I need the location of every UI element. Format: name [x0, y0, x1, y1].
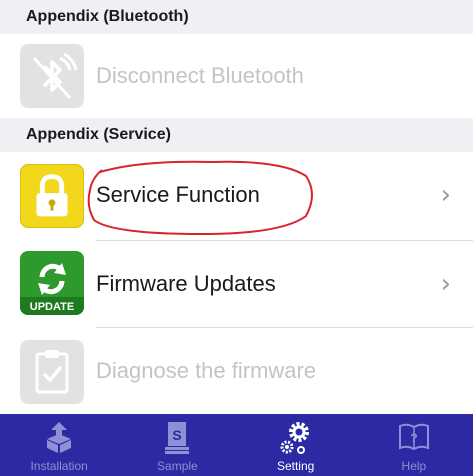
section-header-bluetooth: Appendix (Bluetooth): [0, 0, 473, 34]
firmware-updates-label: Firmware Updates: [96, 271, 276, 296]
tab-installation[interactable]: Installation: [0, 414, 118, 476]
chevron-right-icon: ›: [440, 180, 451, 210]
annotation-circle: [87, 160, 313, 236]
section-header-label: Appendix (Service): [26, 126, 171, 143]
disconnect-bluetooth-row[interactable]: Disconnect Bluetooth: [0, 34, 473, 118]
tab-setting[interactable]: Setting: [237, 414, 355, 476]
tab-label: Sample: [157, 459, 198, 473]
svg-text:S: S: [173, 427, 182, 443]
tab-sample[interactable]: S Sample: [118, 414, 236, 476]
bottom-tab-bar: Installation S Sample Setting ? Help: [0, 414, 473, 476]
section-header-label: Appendix (Bluetooth): [26, 8, 189, 25]
gears-icon: [280, 422, 309, 454]
firmware-updates-row[interactable]: UPDATE Firmware Updates ›: [0, 241, 473, 327]
diagnose-firmware-row[interactable]: Diagnose the firmware: [0, 328, 473, 414]
sample-document-icon: S: [165, 422, 190, 454]
tab-help[interactable]: ? Help: [355, 414, 473, 476]
clipboard-check-icon: [20, 340, 84, 404]
lock-icon: [20, 164, 84, 228]
svg-text:?: ?: [410, 431, 417, 445]
tab-label: Help: [401, 459, 427, 473]
bluetooth-disabled-icon: [20, 44, 84, 108]
section-header-service: Appendix (Service): [0, 118, 473, 152]
help-book-icon: ?: [398, 423, 429, 451]
update-icon-text: UPDATE: [29, 301, 75, 313]
update-icon: UPDATE: [20, 251, 84, 315]
diagnose-firmware-label: Diagnose the firmware: [96, 358, 317, 383]
installation-icon: [47, 422, 72, 453]
tab-label: Installation: [30, 459, 88, 473]
service-function-row[interactable]: Service Function ›: [0, 152, 473, 240]
tab-label: Setting: [276, 459, 315, 473]
chevron-right-icon: ›: [440, 269, 451, 299]
disconnect-bluetooth-label: Disconnect Bluetooth: [96, 63, 304, 88]
